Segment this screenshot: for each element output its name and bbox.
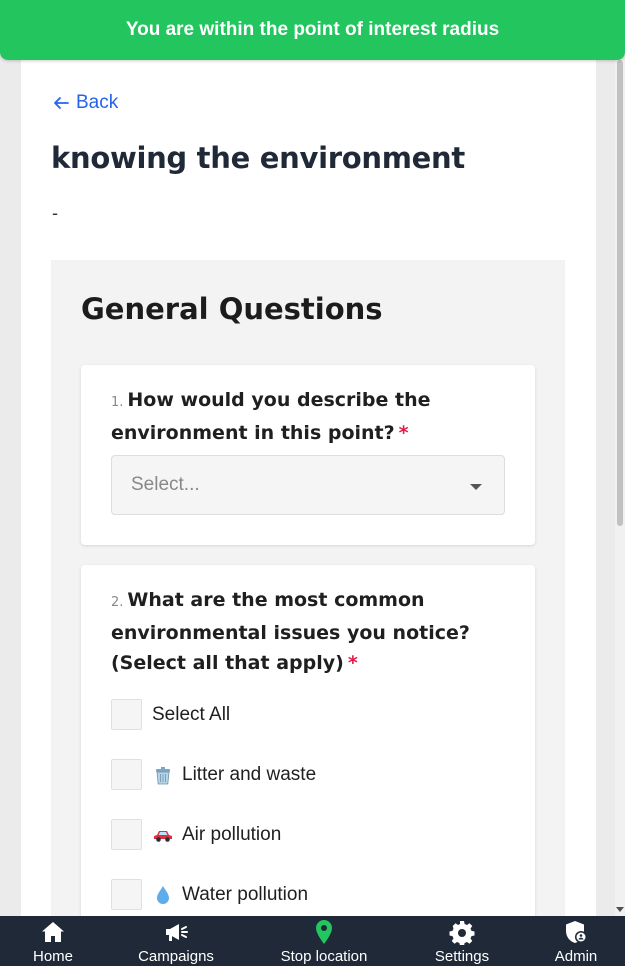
question-card-1: 1. How would you describe the environment… — [81, 365, 535, 545]
nav-settings[interactable]: Settings — [425, 916, 499, 966]
checkbox[interactable] — [111, 759, 142, 790]
question-number: 2. — [111, 595, 124, 610]
option-litter-and-waste[interactable]: Litter and waste — [111, 759, 316, 790]
option-air-pollution[interactable]: Air pollution — [111, 819, 281, 850]
question-card-2: 2. What are the most common environmental… — [81, 565, 535, 916]
water-drop-icon — [157, 885, 169, 904]
nav-campaigns[interactable]: Campaigns — [128, 916, 224, 966]
megaphone-icon — [166, 924, 188, 941]
chevron-down-icon — [470, 484, 482, 490]
question-1-text: 1. How would you describe the environment… — [111, 385, 511, 448]
checkbox[interactable] — [111, 699, 142, 730]
scrollbar-thumb[interactable] — [617, 60, 623, 526]
section-title: General Questions — [81, 292, 383, 326]
required-mark: * — [347, 652, 358, 674]
toast-message: You are within the point of interest rad… — [125, 19, 500, 40]
admin-shield-icon — [566, 921, 587, 943]
nav-label: Admin — [554, 948, 598, 965]
arrow-left-icon — [54, 97, 69, 109]
car-icon — [154, 830, 172, 842]
page-title: knowing the environment — [51, 141, 465, 175]
option-label: Select All — [152, 703, 231, 725]
vertical-scrollbar[interactable] — [615, 60, 625, 916]
gear-icon — [449, 921, 475, 945]
option-water-pollution[interactable]: Water pollution — [111, 879, 308, 910]
nav-home[interactable]: Home — [22, 916, 84, 966]
home-icon — [42, 922, 64, 942]
back-link[interactable]: Back — [52, 92, 118, 114]
option-label: Air pollution — [182, 823, 282, 845]
environment-select[interactable]: Select... — [111, 455, 505, 515]
question-label: How would you describe the environment i… — [111, 389, 431, 444]
checkbox[interactable] — [111, 819, 142, 850]
option-label: Litter and waste — [182, 763, 317, 785]
bottom-nav: Home Campaigns Stop location Settings Ad… — [0, 916, 625, 966]
nav-admin[interactable]: Admin — [548, 916, 604, 966]
location-pin-icon — [316, 920, 332, 944]
nav-label: Home — [32, 948, 73, 965]
scroll-down-arrow-icon[interactable] — [616, 907, 624, 912]
page-description: - — [52, 203, 58, 223]
nav-label: Campaigns — [138, 948, 214, 965]
nav-label: Settings — [434, 948, 490, 965]
page-content: Back knowing the environment - General Q… — [21, 0, 596, 916]
nav-label: Stop location — [280, 948, 368, 965]
required-mark: * — [398, 422, 409, 444]
option-label: Water pollution — [182, 883, 309, 905]
location-toast: You are within the point of interest rad… — [0, 0, 625, 60]
trash-can-icon — [156, 766, 170, 784]
general-questions-section: General Questions 1. How would you descri… — [51, 260, 565, 916]
select-placeholder: Select... — [131, 474, 200, 495]
question-number: 1. — [111, 395, 124, 410]
question-label: What are the most common environmental i… — [111, 589, 470, 674]
option-select-all[interactable]: Select All — [111, 699, 230, 730]
nav-stop-location[interactable]: Stop location — [268, 916, 380, 966]
question-2-text: 2. What are the most common environmental… — [111, 585, 511, 678]
back-label: Back — [76, 92, 119, 113]
checkbox[interactable] — [111, 879, 142, 910]
